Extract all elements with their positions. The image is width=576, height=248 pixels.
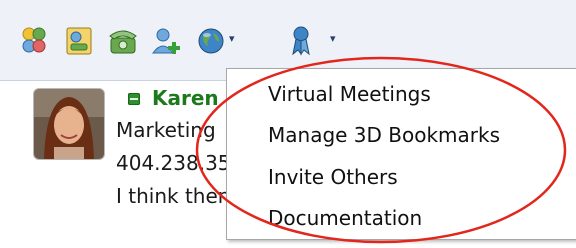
online-status-icon (128, 93, 140, 105)
globe-dropdown-caret[interactable]: ▾ (229, 33, 239, 44)
phone-icon[interactable] (106, 24, 140, 58)
menu-item-manage-3d-bookmarks[interactable]: Manage 3D Bookmarks (268, 123, 500, 147)
menu-item-invite-others[interactable]: Invite Others (268, 165, 398, 189)
menu-item-documentation[interactable]: Documentation (268, 206, 422, 230)
avatar-photo (34, 89, 104, 159)
contacts-icon[interactable] (17, 24, 51, 58)
contact-phone: 404.238.35 (116, 151, 231, 175)
ribbon-dropdown-menu: Virtual Meetings Manage 3D Bookmarks Inv… (226, 68, 576, 240)
ribbon-dropdown-caret[interactable]: ▾ (330, 33, 340, 44)
ribbon-icon[interactable] (284, 24, 318, 58)
avatar[interactable] (33, 88, 105, 160)
directory-icon[interactable] (62, 24, 96, 58)
contact-department: Marketing (116, 118, 216, 142)
globe-icon[interactable] (194, 24, 228, 58)
add-contact-icon[interactable] (150, 24, 184, 58)
contact-name[interactable]: Karen (152, 86, 219, 110)
contact-status-message: I think ther (116, 184, 226, 208)
menu-item-virtual-meetings[interactable]: Virtual Meetings (268, 82, 431, 106)
